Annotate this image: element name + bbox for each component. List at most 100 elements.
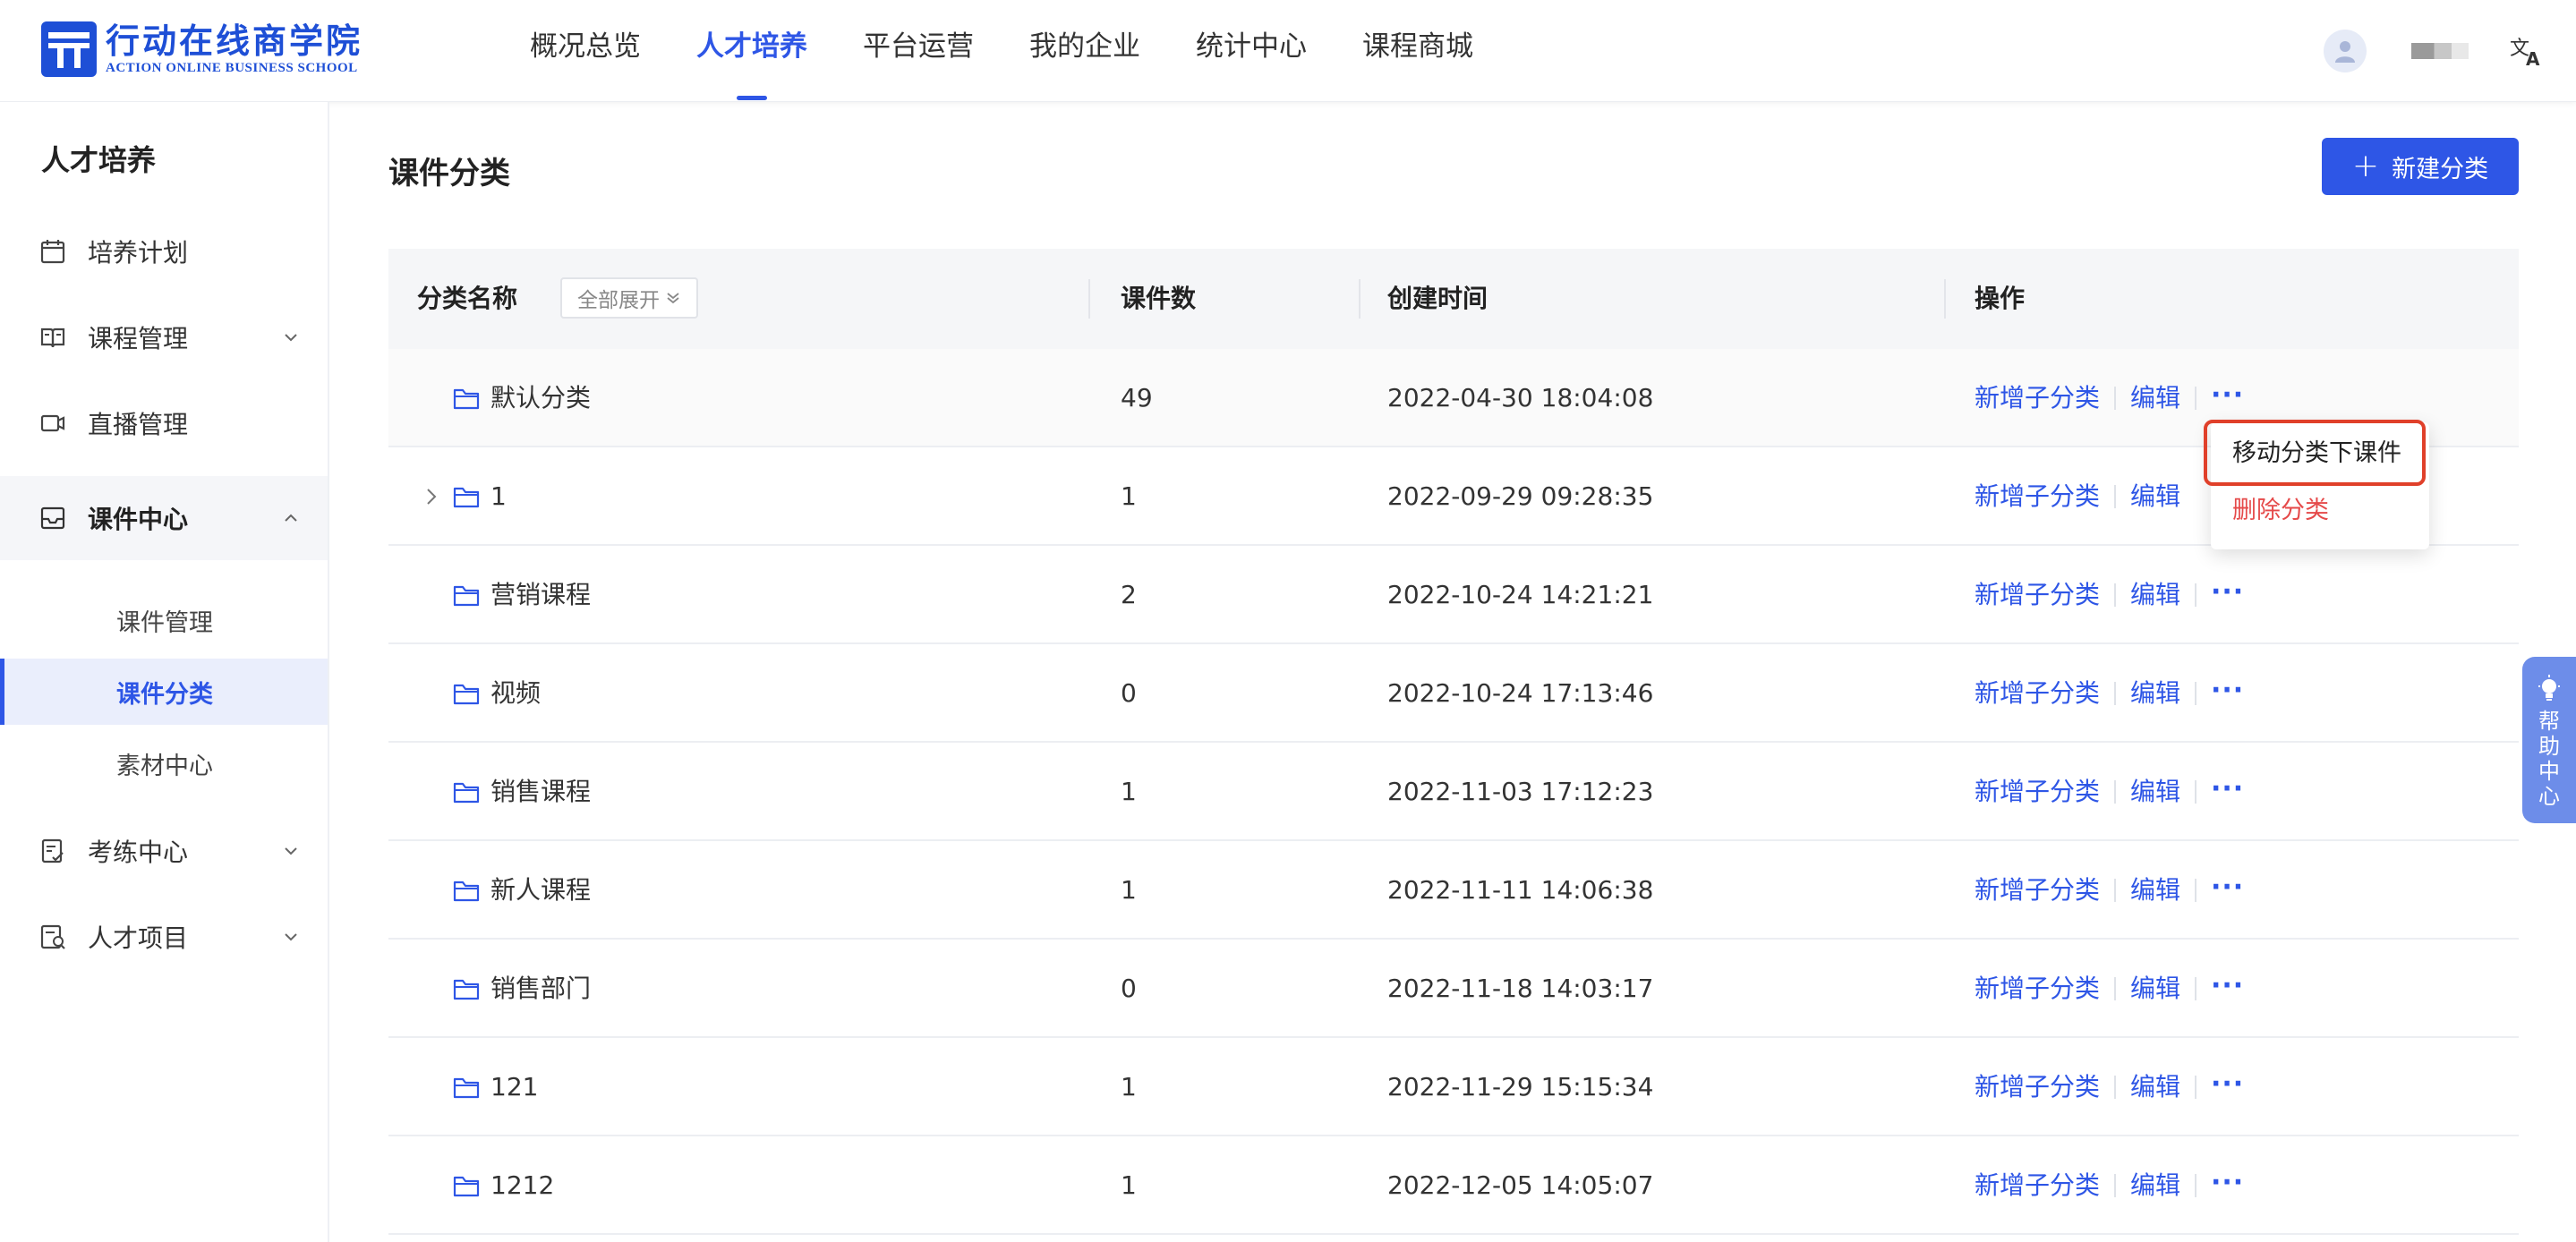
action-divider	[2114, 583, 2116, 607]
column-divider[interactable]	[1944, 279, 1946, 319]
add-subcategory-link[interactable]: 新增子分类	[1975, 546, 2100, 644]
add-subcategory-link[interactable]: 新增子分类	[1975, 349, 2100, 447]
sidebar-item-exam-center[interactable]: 考练中心	[0, 809, 328, 893]
add-subcategory-link[interactable]: 新增子分类	[1975, 743, 2100, 841]
category-name: 1	[490, 481, 507, 511]
category-name: 销售课程	[490, 777, 592, 806]
courseware-count: 1	[1121, 1072, 1137, 1102]
edit-link[interactable]: 编辑	[2130, 349, 2180, 447]
translate-icon[interactable]: 文 A	[2508, 33, 2544, 69]
new-category-button[interactable]: + 新建分类	[2322, 138, 2519, 195]
sidebar-item-courseware-center[interactable]: 课件中心	[0, 476, 328, 560]
category-name: 视频	[490, 678, 542, 708]
sidebar-title: 人才培养	[41, 143, 157, 177]
more-actions-icon[interactable]: ···	[2211, 546, 2244, 644]
column-divider[interactable]	[1088, 279, 1090, 319]
folder-icon	[453, 1077, 480, 1099]
table-row[interactable]: 销售部门 0 2022-11-18 14:03:17 新增子分类 编辑 ···	[388, 940, 2519, 1038]
new-category-label: 新建分类	[2392, 155, 2489, 183]
calendar-icon	[40, 240, 65, 264]
edit-link[interactable]: 编辑	[2130, 841, 2180, 940]
more-actions-icon[interactable]: ···	[2211, 940, 2244, 1038]
column-header-name: 分类名称	[417, 284, 518, 313]
sidebar-subitem-courseware-category[interactable]: 课件分类	[0, 659, 328, 725]
courseware-count: 1	[1121, 481, 1137, 511]
action-divider	[2114, 1174, 2116, 1197]
table-row[interactable]: 新人课程 1 2022-11-11 14:06:38 新增子分类 编辑 ···	[388, 841, 2519, 940]
column-divider[interactable]	[1359, 279, 1361, 319]
edit-link[interactable]: 编辑	[2130, 743, 2180, 841]
more-actions-icon[interactable]: ···	[2211, 1136, 2244, 1235]
edit-link[interactable]: 编辑	[2130, 940, 2180, 1038]
add-subcategory-link[interactable]: 新增子分类	[1975, 644, 2100, 743]
add-subcategory-link[interactable]: 新增子分类	[1975, 1038, 2100, 1136]
add-subcategory-link[interactable]: 新增子分类	[1975, 447, 2100, 546]
help-center-tab[interactable]: 帮助中心	[2522, 657, 2576, 823]
table-row[interactable]: 营销课程 2 2022-10-24 14:21:21 新增子分类 编辑 ···	[388, 546, 2519, 644]
top-nav-item-statistics[interactable]: 统计中心	[1196, 0, 1307, 102]
sidebar-subitem-material-center[interactable]: 素材中心	[0, 730, 328, 796]
logo[interactable]: 行动在线商学院 ACTION ONLINE BUSINESS SCHOOL	[41, 20, 363, 79]
top-nav-item-platform[interactable]: 平台运营	[863, 0, 974, 102]
column-header-created: 创建时间	[1387, 284, 1488, 313]
edit-link[interactable]: 编辑	[2130, 1136, 2180, 1235]
sidebar-item-course-management[interactable]: 课程管理	[0, 295, 328, 379]
action-divider	[2114, 977, 2116, 1000]
top-nav-item-overview[interactable]: 概况总览	[530, 0, 641, 102]
courseware-count: 1	[1121, 777, 1137, 806]
sidebar-subitem-label: 素材中心	[116, 752, 213, 780]
sidebar-item-training-plan[interactable]: 培养计划	[0, 209, 328, 293]
folder-icon	[453, 782, 480, 804]
more-actions-icon[interactable]: ···	[2211, 644, 2244, 743]
add-subcategory-link[interactable]: 新增子分类	[1975, 940, 2100, 1038]
sidebar-item-live-management[interactable]: 直播管理	[0, 381, 328, 465]
edit-link[interactable]: 编辑	[2130, 546, 2180, 644]
action-divider	[2114, 682, 2116, 705]
more-actions-icon[interactable]: ···	[2211, 1038, 2244, 1136]
sidebar-item-talent-project[interactable]: 人才项目	[0, 895, 328, 979]
courseware-count: 0	[1121, 974, 1137, 1003]
add-subcategory-link[interactable]: 新增子分类	[1975, 1136, 2100, 1235]
table-header: 分类名称 全部展开 课件数 创建时间 操作	[388, 249, 2519, 349]
created-time: 2022-09-29 09:28:35	[1387, 481, 1654, 511]
table-row[interactable]: 默认分类 49 2022-04-30 18:04:08 新增子分类 编辑 ···	[388, 349, 2519, 447]
user-name-blurred[interactable]	[2411, 43, 2469, 59]
logo-en: ACTION ONLINE BUSINESS SCHOOL	[106, 61, 358, 75]
created-time: 2022-10-24 17:13:46	[1387, 678, 1654, 708]
sidebar-subitem-courseware-management[interactable]: 课件管理	[0, 587, 328, 653]
exam-icon	[41, 838, 64, 863]
folder-icon	[453, 1176, 480, 1197]
add-subcategory-link[interactable]: 新增子分类	[1975, 841, 2100, 940]
more-actions-icon[interactable]: ···	[2211, 841, 2244, 940]
top-nav-item-mall[interactable]: 课程商城	[1362, 0, 1473, 102]
avatar[interactable]	[2324, 30, 2367, 72]
edit-link[interactable]: 编辑	[2130, 644, 2180, 743]
folder-icon	[453, 388, 480, 410]
table-row[interactable]: 销售课程 1 2022-11-03 17:12:23 新增子分类 编辑 ···	[388, 743, 2519, 841]
table-row[interactable]: 视频 0 2022-10-24 17:13:46 新增子分类 编辑 ···	[388, 644, 2519, 743]
chevron-right-icon[interactable]	[421, 486, 442, 507]
edit-link[interactable]: 编辑	[2130, 447, 2180, 546]
table-row[interactable]: 1212 1 2022-12-05 14:05:07 新增子分类 编辑 ···	[388, 1136, 2519, 1235]
sidebar-item-label: 课件中心	[88, 505, 189, 534]
top-nav-item-talent[interactable]: 人才培养	[696, 0, 807, 102]
top-nav-item-enterprise[interactable]: 我的企业	[1029, 0, 1140, 102]
table-row[interactable]: 121 1 2022-11-29 15:15:34 新增子分类 编辑 ···	[388, 1038, 2519, 1136]
action-divider	[2195, 387, 2196, 410]
folder-icon	[453, 880, 480, 902]
move-courseware-menu-item[interactable]: 移动分类下课件	[2211, 426, 2429, 481]
expand-all-button[interactable]: 全部展开	[560, 277, 698, 319]
created-time: 2022-04-30 18:04:08	[1387, 383, 1654, 413]
created-time: 2022-11-11 14:06:38	[1387, 875, 1654, 905]
more-actions-icon[interactable]: ···	[2211, 743, 2244, 841]
category-table: 分类名称 全部展开 课件数 创建时间 操作 默认分类 49 2022-04-30 1…	[388, 249, 2519, 1235]
category-name-cell: 视频	[453, 644, 541, 743]
courseware-count: 49	[1121, 383, 1153, 413]
delete-category-menu-item[interactable]: 删除分类	[2211, 483, 2429, 539]
logo-cn: 行动在线商学院	[106, 21, 363, 61]
action-divider	[2195, 1174, 2196, 1197]
edit-link[interactable]: 编辑	[2130, 1038, 2180, 1136]
table-row[interactable]: 1 1 2022-09-29 09:28:35 新增子分类 编辑	[388, 447, 2519, 546]
project-icon	[40, 924, 65, 949]
sidebar-item-label: 培养计划	[88, 238, 189, 268]
